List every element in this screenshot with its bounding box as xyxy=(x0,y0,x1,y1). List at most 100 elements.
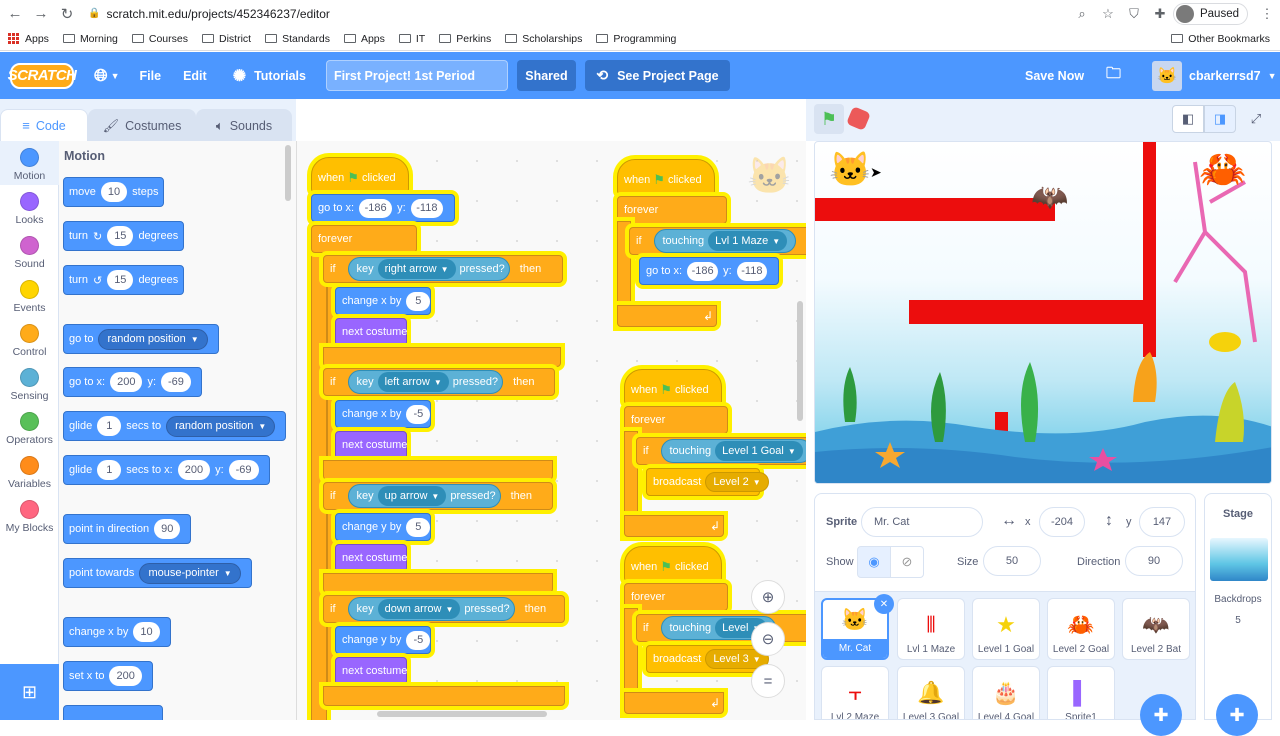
key-pressed-sensor[interactable]: key left arrow ▼ pressed? xyxy=(347,370,504,394)
forever-block[interactable]: forever xyxy=(311,225,417,253)
direction-input[interactable]: 90 xyxy=(1125,546,1183,576)
point-towards-block[interactable]: point towards mouse-pointer ▼ xyxy=(63,558,252,588)
bookmark-morning[interactable]: Morning xyxy=(62,33,118,45)
turn-left-block[interactable]: turn ↺ 15 degrees xyxy=(63,265,185,295)
normal-stage-button[interactable]: ◨ xyxy=(1204,105,1236,133)
broadcast-block[interactable]: broadcast Level 3 ▼ xyxy=(646,645,769,673)
next-costume-block[interactable]: next costume xyxy=(335,657,407,685)
sprite-tile-sprite1[interactable]: ▌ Sprite1 xyxy=(1047,666,1115,719)
forever-block[interactable]: forever xyxy=(617,196,727,224)
bookmark-apps[interactable]: Apps xyxy=(8,32,49,45)
category-sensing[interactable]: Sensing xyxy=(0,368,59,402)
go-to-xy-block[interactable]: go to x: -186 y: -118 xyxy=(639,257,779,285)
glide-y-input[interactable]: -69 xyxy=(228,460,259,480)
add-sprite-button[interactable]: ✚ xyxy=(1140,694,1182,736)
change-x-block[interactable]: change x by 5 xyxy=(335,287,431,315)
file-menu[interactable]: File xyxy=(140,69,162,83)
zoom-in-button[interactable]: ⊕ xyxy=(751,580,785,614)
touching-dropdown[interactable]: Level 1 Goal ▼ xyxy=(715,441,803,461)
address-bar[interactable]: 🔒 scratch.mit.edu/projects/452346237/edi… xyxy=(88,3,1069,25)
next-costume-block[interactable]: next costume xyxy=(335,318,407,346)
zoom-out-button[interactable]: ⊖ xyxy=(751,622,785,656)
other-bookmarks[interactable]: Other Bookmarks xyxy=(1171,33,1270,45)
show-visible-button[interactable]: ◉ xyxy=(857,546,891,578)
bookmark-perkins[interactable]: Perkins xyxy=(439,33,491,45)
key-dropdown[interactable]: left arrow ▼ xyxy=(377,372,449,392)
small-stage-button[interactable]: ◧ xyxy=(1172,105,1204,133)
project-title-input[interactable]: First Project! 1st Period xyxy=(325,60,508,91)
key-pressed-sensor[interactable]: key down arrow ▼ pressed? xyxy=(347,597,515,621)
scripts-vertical-scrollbar[interactable] xyxy=(797,301,803,421)
direction-input[interactable]: 90 xyxy=(154,519,181,539)
when-flag-clicked-block[interactable]: when ⚑ clicked xyxy=(617,159,715,195)
category-sound[interactable]: Sound xyxy=(0,236,59,270)
if-up-arrow-block[interactable]: if key up arrow ▼ pressed? then xyxy=(323,482,553,510)
tutorials-button[interactable]: ✺ Tutorials xyxy=(233,66,306,86)
sprite-tile-level-3-goal[interactable]: 🔔 Level 3 Goal xyxy=(897,666,965,719)
touching-dropdown[interactable]: Lvl 1 Maze ▼ xyxy=(708,231,788,251)
stage-backdrop-thumbnail[interactable] xyxy=(1210,538,1268,581)
add-extension-button[interactable]: ⊞ xyxy=(0,664,59,720)
bookmark-programming[interactable]: Programming xyxy=(596,33,676,45)
partial-block[interactable] xyxy=(63,705,163,720)
account-menu[interactable]: 🐱 cbarkerrsd7 ▼ xyxy=(1152,60,1277,91)
category-motion[interactable]: Motion xyxy=(0,141,59,185)
change-x-block[interactable]: change x by 10 xyxy=(63,617,171,647)
go-to-block[interactable]: go to random position ▼ xyxy=(63,324,219,354)
move-steps-block[interactable]: move 10 steps xyxy=(63,177,165,207)
x-input[interactable]: -204 xyxy=(1039,507,1085,537)
size-input[interactable]: 50 xyxy=(983,546,1041,576)
bookmark-scholarships[interactable]: Scholarships xyxy=(505,33,582,45)
change-x-block[interactable]: change x by -5 xyxy=(335,400,431,428)
broadcast-block[interactable]: broadcast Level 2 ▼ xyxy=(646,468,769,496)
save-now-button[interactable]: Save Now xyxy=(1025,69,1084,83)
bookmark-apps-folder[interactable]: Apps xyxy=(343,33,385,45)
next-costume-block[interactable]: next costume xyxy=(335,544,407,572)
zoom-icon[interactable]: ⌕ xyxy=(1072,4,1092,24)
category-control[interactable]: Control xyxy=(0,324,59,358)
if-down-arrow-block[interactable]: if key down arrow ▼ pressed? then xyxy=(323,595,565,623)
more-menu-icon[interactable]: ⋮ xyxy=(1257,4,1277,24)
sprite-tile-lvl-2-maze[interactable]: ⫟ Lvl 2 Maze xyxy=(821,666,889,719)
key-dropdown[interactable]: right arrow ▼ xyxy=(377,259,456,279)
change-x-input[interactable]: 10 xyxy=(133,622,160,642)
forever-block[interactable]: forever xyxy=(624,406,728,434)
go-to-x-input[interactable]: 200 xyxy=(110,372,143,392)
green-flag-button[interactable]: ⚑ xyxy=(814,104,844,134)
show-hidden-button[interactable]: ⊘ xyxy=(890,546,924,578)
if-right-arrow-block[interactable]: if key right arrow ▼ pressed? then xyxy=(323,255,563,283)
if-touching-goal-block[interactable]: if touching Level 1 Goal ▼ xyxy=(636,437,806,465)
profile-paused-button[interactable]: Paused xyxy=(1172,2,1248,25)
go-to-y-input[interactable]: -69 xyxy=(161,372,191,392)
change-x-input[interactable]: -5 xyxy=(406,404,431,424)
glide-secs-input[interactable]: 1 xyxy=(97,416,122,436)
glide-to-block[interactable]: glide 1 secs to random position ▼ xyxy=(63,411,287,441)
language-menu[interactable]: 🌐︎ ▼ xyxy=(94,66,120,86)
set-x-input[interactable]: 200 xyxy=(109,666,142,686)
bat-sprite[interactable]: 🦇 xyxy=(1031,180,1068,215)
move-steps-input[interactable]: 10 xyxy=(100,182,128,202)
zoom-reset-button[interactable]: = xyxy=(751,664,785,698)
change-y-block[interactable]: change y by -5 xyxy=(335,626,431,654)
y-input[interactable]: -118 xyxy=(736,261,767,281)
edit-menu[interactable]: Edit xyxy=(183,69,207,83)
tab-costumes[interactable]: 🖌︎ Costumes xyxy=(88,109,196,141)
sprite-tile-lvl-1-maze[interactable]: ⫴ Lvl 1 Maze xyxy=(897,598,965,660)
when-flag-clicked-block[interactable]: when ⚑ clicked xyxy=(311,157,409,193)
sprite-tile-level-1-goal[interactable]: ★ Level 1 Goal xyxy=(972,598,1040,660)
glide-to-xy-block[interactable]: glide 1 secs to x: 200 y: -69 xyxy=(63,455,270,485)
puzzle-extension-icon[interactable]: ✚ xyxy=(1150,4,1170,24)
point-in-direction-block[interactable]: point in direction 90 xyxy=(63,514,192,544)
shield-extension-icon[interactable]: ⛉ xyxy=(1124,4,1144,24)
my-stuff-folder-icon[interactable]: 🗀 xyxy=(1106,63,1121,88)
forward-icon[interactable]: → xyxy=(30,3,52,25)
go-to-xy-block[interactable]: go to x: -186 y: -118 xyxy=(311,194,455,222)
touching-sensor[interactable]: touching Lvl 1 Maze ▼ xyxy=(653,229,797,253)
y-input[interactable]: -118 xyxy=(410,198,443,218)
cat-sprite[interactable]: 🐱 xyxy=(829,150,871,190)
crab-sprite[interactable]: 🦀 xyxy=(1199,148,1246,192)
category-looks[interactable]: Looks xyxy=(0,192,59,226)
fullscreen-button[interactable]: ⤢ xyxy=(1240,105,1272,133)
delete-sprite-button[interactable]: ✕ xyxy=(874,594,894,614)
bookmark-district[interactable]: District xyxy=(201,33,251,45)
